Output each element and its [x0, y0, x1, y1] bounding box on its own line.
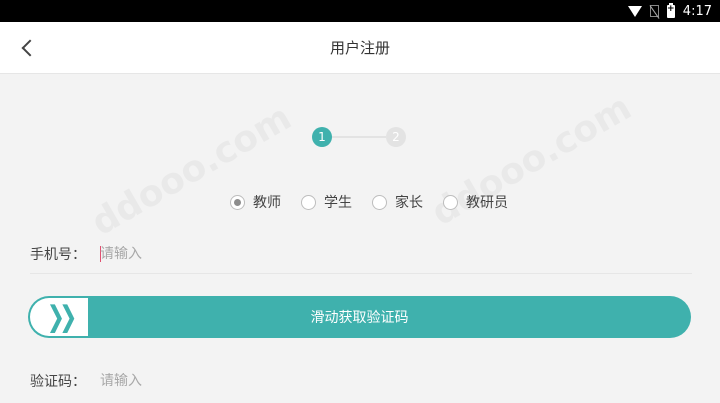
no-sim-icon — [649, 5, 659, 17]
role-label: 家长 — [395, 195, 423, 211]
stepper-line — [332, 136, 386, 138]
watermark: ddooo.com — [85, 97, 299, 244]
slider-text: 滑动获取验证码 — [310, 310, 409, 326]
radio-icon[interactable] — [372, 194, 387, 210]
phone-input[interactable] — [100, 245, 500, 262]
registration-stepper: 1 2 — [310, 127, 410, 149]
chevrons-icon: ❯❯ — [46, 300, 78, 334]
radio-icon[interactable] — [443, 194, 458, 210]
battery-icon — [666, 2, 675, 18]
role-label: 学生 — [324, 195, 352, 211]
role-label: 教师 — [253, 195, 281, 211]
role-option-teacher[interactable]: 教师 — [230, 192, 281, 212]
role-option-researcher[interactable]: 教研员 — [443, 192, 508, 212]
back-icon — [21, 39, 39, 57]
radio-icon[interactable] — [301, 194, 316, 210]
status-time: 4:17 — [682, 3, 712, 19]
app-header: 用户注册 — [0, 22, 720, 74]
code-input[interactable] — [100, 373, 500, 389]
status-bar: 4:17 — [0, 0, 720, 22]
radio-selected-icon[interactable] — [230, 194, 245, 210]
role-label: 教研员 — [466, 195, 508, 211]
phone-label: 手机号： — [30, 246, 86, 263]
page-title: 用户注册 — [329, 39, 390, 57]
wifi-icon — [627, 5, 642, 17]
role-radio-group: 教师 学生 家长 教研员 — [230, 192, 508, 212]
step-1-indicator: 1 — [312, 127, 332, 147]
code-label: 验证码： — [30, 374, 86, 390]
role-option-student[interactable]: 学生 — [301, 192, 352, 212]
role-option-parent[interactable]: 家长 — [372, 192, 423, 212]
slider-handle[interactable]: ❯❯ — [30, 298, 88, 336]
step-2-indicator: 2 — [386, 127, 406, 147]
back-button[interactable] — [14, 34, 42, 62]
phone-row: 手机号： — [30, 234, 692, 274]
code-row: 验证码： — [30, 361, 692, 401]
slide-verify-bar[interactable]: 滑动获取验证码 ❯❯ — [28, 296, 691, 338]
